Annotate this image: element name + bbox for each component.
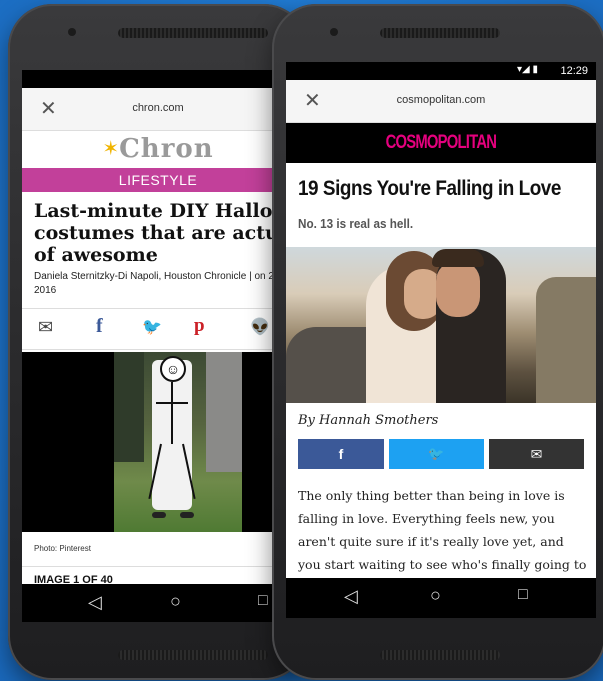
left-screen: ▾◢ ✕ chron.com ✶Chron LIFESTYLE Last-min… <box>22 70 294 620</box>
article-body: The only thing better than being in love… <box>298 488 587 582</box>
facebook-icon[interactable]: f <box>96 315 103 338</box>
headline: 19 Signs You're Falling in Love <box>298 177 561 200</box>
back-icon[interactable]: ◁ <box>344 586 358 607</box>
byline: Daniela Sternitzky-Di Napoli, Houston Ch… <box>34 271 283 296</box>
photo: ☺ <box>114 352 242 532</box>
nav-bar: ◁ ○ □ <box>286 578 596 618</box>
url-text[interactable]: chron.com <box>22 102 294 114</box>
pinterest-icon[interactable]: p <box>194 315 205 337</box>
twitter-icon: 🐦 <box>428 446 445 461</box>
status-bar: ▾◢ ▮ 12:29 <box>286 62 596 80</box>
right-phone: ▾◢ ▮ 12:29 ✕ cosmopolitan.com COSMOPOLIT… <box>272 4 603 680</box>
back-icon[interactable]: ◁ <box>88 592 102 613</box>
home-icon[interactable]: ○ <box>170 591 181 612</box>
home-icon[interactable]: ○ <box>430 585 441 606</box>
url-bar: ✕ chron.com <box>22 88 294 131</box>
url-bar: ✕ cosmopolitan.com <box>286 80 596 123</box>
cosmo-logo: COSMOPOLITAN <box>385 132 497 153</box>
section-banner[interactable]: LIFESTYLE <box>22 168 294 192</box>
front-camera <box>68 28 76 36</box>
bottom-speaker <box>118 650 268 660</box>
left-phone: ▾◢ ✕ chron.com ✶Chron LIFESTYLE Last-min… <box>8 4 308 680</box>
subhead: No. 13 is real as hell. <box>298 216 414 231</box>
front-camera <box>330 28 338 36</box>
twitter-icon[interactable]: 🐦 <box>142 317 162 337</box>
recents-icon[interactable]: □ <box>258 592 268 610</box>
facebook-share-button[interactable]: f <box>298 439 384 469</box>
photo-credit: Photo: Pinterest <box>34 544 91 553</box>
signal-icon: ▾◢ ▮ <box>517 64 538 75</box>
smiley-face: ☺ <box>160 356 186 382</box>
email-icon: ✉ <box>530 446 543 462</box>
headline: Last-minute DIY Halloween costumes that … <box>34 200 294 266</box>
bottom-speaker <box>380 650 500 660</box>
hero-photo[interactable] <box>286 247 596 403</box>
email-share-button[interactable]: ✉ <box>489 439 584 469</box>
star-icon: ✶ <box>102 138 120 160</box>
chron-logo[interactable]: ✶Chron <box>22 134 294 166</box>
url-text[interactable]: cosmopolitan.com <box>286 94 596 106</box>
share-row: ✉ f 🐦 p 👽 <box>22 308 294 350</box>
recents-icon[interactable]: □ <box>518 586 528 604</box>
facebook-icon: f <box>338 446 344 462</box>
gallery-image[interactable]: ☺ <box>22 352 294 532</box>
twitter-share-button[interactable]: 🐦 <box>389 439 484 469</box>
right-screen: ▾◢ ▮ 12:29 ✕ cosmopolitan.com COSMOPOLIT… <box>286 62 596 582</box>
status-bar: ▾◢ <box>22 70 294 88</box>
byline: By Hannah Smothers <box>298 413 439 428</box>
top-speaker <box>380 28 500 38</box>
cosmo-logo-bar[interactable]: COSMOPOLITAN <box>286 123 596 163</box>
email-icon[interactable]: ✉ <box>38 317 53 338</box>
status-time: 12:29 <box>560 65 588 77</box>
top-speaker <box>118 28 268 38</box>
nav-bar: ◁ ○ □ <box>22 584 294 622</box>
reddit-icon[interactable]: 👽 <box>250 317 270 337</box>
